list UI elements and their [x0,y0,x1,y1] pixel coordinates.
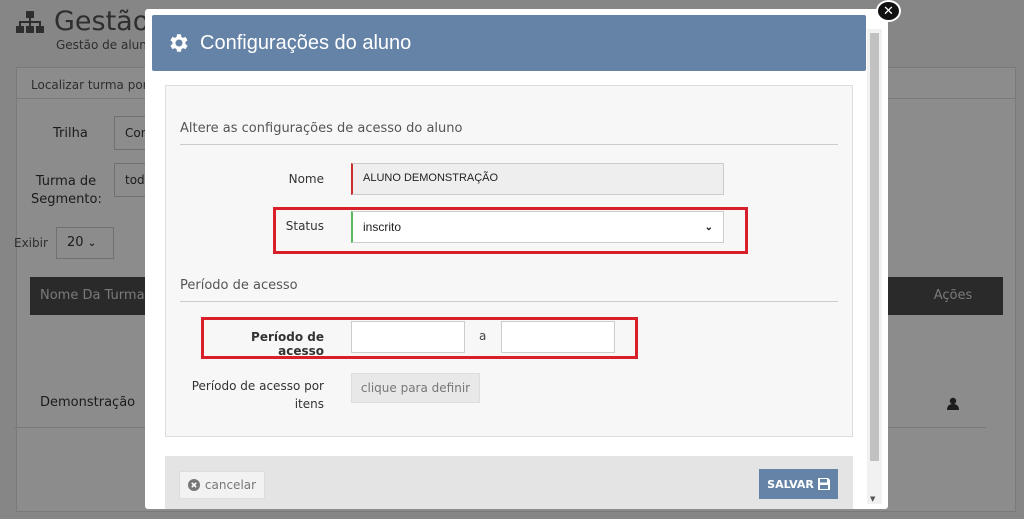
close-icon[interactable]: ✕ [876,0,901,22]
status-select[interactable]: inscrito ⌄ [351,211,724,243]
status-value: inscrito [363,220,402,234]
section-title-access: Altere as configurações de acesso do alu… [180,121,463,136]
save-button[interactable]: SALVAR [759,469,838,499]
settings-modal: Configurações do aluno Altere as configu… [145,9,888,509]
modal-footer: cancelar SALVAR [165,456,853,509]
save-label: SALVAR [767,477,814,491]
nome-field: ALUNO DEMONSTRAÇÃO [351,163,724,195]
period-end-input[interactable] [501,321,615,353]
scrollbar-thumb[interactable] [870,33,879,461]
divider [180,144,838,145]
period-start-input[interactable] [351,321,465,353]
modal-scrollbar[interactable]: ▼ [867,29,882,504]
define-items-button[interactable]: clique para definir [351,373,480,403]
cancel-button[interactable]: cancelar [179,471,265,499]
access-settings-form: Altere as configurações de acesso do alu… [165,85,853,437]
period-separator: a [479,329,487,343]
floppy-disk-icon [817,478,830,490]
period-items-label: Período de acesso por itens [191,379,324,411]
section-title-period: Período de acesso [180,278,298,293]
chevron-down-icon: ⌄ [704,221,713,233]
divider [180,301,838,302]
modal-title: Configurações do aluno [200,31,412,54]
cancel-label: cancelar [204,478,257,492]
gear-icon [170,34,188,52]
status-label: Status [285,219,324,233]
close-circle-icon [187,479,200,491]
scroll-down-icon[interactable]: ▼ [870,495,875,503]
modal-header: Configurações do aluno [152,15,866,71]
nome-label: Nome [288,172,324,186]
periodo-label: Período de acesso [251,330,324,358]
